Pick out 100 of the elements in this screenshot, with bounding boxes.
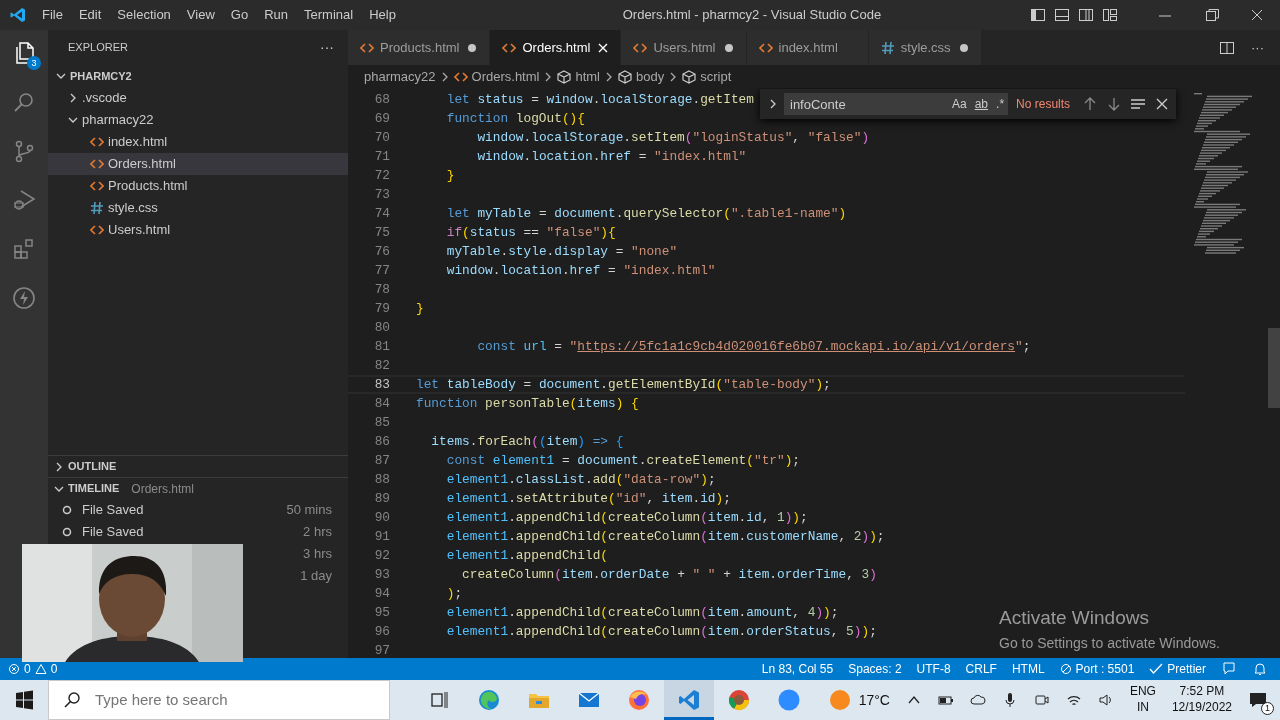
folder-name[interactable]: PHARMCY2 — [70, 67, 132, 85]
chevron-down-icon[interactable] — [56, 71, 66, 81]
warning-count[interactable]: 0 — [50, 660, 58, 678]
status-item[interactable]: Prettier — [1167, 660, 1206, 678]
line-number: 94 — [373, 584, 390, 603]
code-line: element1.classList.add("data-row"); — [445, 470, 716, 489]
error-icon — [8, 663, 20, 675]
camera-icon[interactable] — [1033, 692, 1050, 708]
language-indicator[interactable]: ENG IN — [1129, 684, 1156, 716]
status-item[interactable]: CRLF — [965, 660, 997, 678]
speaker-icon[interactable] — [1097, 692, 1114, 708]
code-line: items.forEach((item) => { — [430, 432, 624, 451]
code-line: element1.appendChild(createColumn(item.id, 1)); — [445, 508, 808, 527]
cube-icon — [682, 69, 697, 84]
editor-tab[interactable]: style.css — [868, 30, 982, 65]
find-option-button[interactable]: .* — [992, 93, 1009, 115]
section-title[interactable]: OUTLINE — [68, 458, 117, 475]
run-debug-icon[interactable] — [12, 188, 36, 212]
line-number: 97 — [373, 641, 390, 658]
split-editor-icon[interactable] — [1219, 39, 1235, 56]
circle-icon — [62, 505, 72, 515]
menu-item[interactable]: Go — [222, 5, 257, 25]
menu-item[interactable]: Edit — [70, 5, 110, 25]
file-name[interactable]: Users.html — [108, 220, 171, 240]
code-line: element1.appendChild( — [445, 546, 608, 565]
breadcrumb-item[interactable]: html — [575, 66, 600, 87]
feedback-icon[interactable] — [1221, 661, 1237, 677]
code-link[interactable]: https://5fc1a1c9cb4d020016fe6b07.mockapi.io/api/v1/orders — [577, 338, 1016, 354]
menu-item[interactable]: View — [178, 5, 223, 25]
file-name[interactable]: Orders.html — [108, 156, 176, 172]
panel-layout-icon[interactable] — [1054, 7, 1070, 23]
status-item[interactable]: HTML — [1011, 660, 1045, 678]
menu-item[interactable]: File — [34, 5, 71, 25]
timeline-entry[interactable]: File Saved — [82, 500, 144, 520]
check-icon — [1149, 663, 1164, 675]
status-item[interactable]: Spaces: 2 — [848, 660, 902, 678]
chevron-down-icon[interactable] — [68, 115, 78, 125]
breadcrumb-item[interactable]: body — [636, 66, 665, 87]
menu-item[interactable]: Help — [361, 5, 404, 25]
no-entry-icon — [1059, 663, 1072, 675]
code-line: window.localStorage.setItem("loginStatus", "false") — [476, 128, 870, 147]
search-box[interactable]: Type here to search — [48, 680, 390, 720]
file-name[interactable]: index.html — [108, 132, 168, 152]
warning-icon — [34, 663, 47, 675]
chevron-right-icon[interactable] — [54, 461, 64, 472]
menu-item[interactable]: Selection — [109, 5, 179, 25]
editor-tab[interactable]: Orders.html — [490, 30, 622, 65]
html-file-icon — [502, 40, 517, 55]
list-icon[interactable] — [1130, 96, 1146, 112]
cloud-icon[interactable] — [969, 692, 986, 708]
status-item[interactable]: Port : 5501 — [1075, 660, 1135, 678]
editor-tab[interactable]: Users.html — [621, 30, 747, 65]
taskbar-app[interactable] — [664, 680, 714, 720]
close-icon[interactable] — [1154, 96, 1170, 112]
more-actions-button[interactable]: ··· — [320, 37, 334, 58]
split-layout-icon[interactable] — [1078, 7, 1094, 23]
folder-name[interactable]: pharmacy22 — [82, 110, 154, 130]
more-actions-button[interactable]: ··· — [1251, 37, 1264, 58]
status-item[interactable]: UTF-8 — [916, 660, 951, 678]
editor-tab[interactable]: index.html — [746, 30, 869, 65]
timeline-time: 1 day — [300, 567, 332, 586]
notification-icon[interactable] — [1248, 690, 1268, 709]
search-icon[interactable] — [12, 90, 36, 114]
menu-item[interactable]: Terminal — [296, 5, 362, 25]
find-field[interactable]: infoConte — [784, 93, 948, 115]
html-file-icon — [90, 135, 104, 149]
folder-name[interactable]: .vscode — [82, 88, 127, 108]
chevron-right-icon[interactable] — [604, 71, 614, 82]
status-item[interactable]: Ln 83, Col 55 — [761, 660, 834, 678]
menu-item[interactable]: Run — [256, 5, 296, 25]
timeline-entry[interactable]: File Saved — [82, 522, 144, 542]
find-result: No results — [1016, 96, 1071, 113]
find-option-button[interactable]: ab — [970, 93, 993, 115]
code-line: if(status == "false"){ — [445, 223, 616, 242]
chevron-right-icon[interactable] — [68, 93, 78, 103]
bell-icon[interactable] — [1252, 661, 1268, 677]
timeline-time: 50 mins — [286, 501, 332, 520]
arrow-down-icon[interactable] — [1106, 96, 1122, 112]
file-name[interactable]: Products.html — [108, 176, 188, 196]
find-option-button[interactable]: Aa — [948, 93, 971, 115]
weather-temperature[interactable]: 17°C — [858, 689, 890, 711]
timeline-time: 2 hrs — [303, 523, 332, 542]
scrollbar-thumb[interactable] — [1268, 328, 1280, 408]
section-title[interactable]: TIMELINE — [68, 480, 120, 497]
editor-tab[interactable]: Products.html — [348, 30, 491, 65]
grid-layout-icon[interactable] — [1102, 7, 1118, 23]
error-count[interactable]: 0 — [24, 660, 31, 678]
extensions-icon[interactable] — [12, 237, 36, 261]
breadcrumb-item[interactable]: script — [700, 66, 732, 87]
line-number: 77 — [373, 261, 390, 280]
window-title: Orders.html - pharmcy2 - Visual Studio Code — [621, 6, 882, 25]
breadcrumb-item[interactable]: Orders.html — [471, 66, 540, 87]
breadcrumb-item[interactable]: pharmacy22 — [364, 66, 436, 87]
arrow-up-icon[interactable] — [1082, 96, 1098, 112]
activation-text: Go to Settings to activate Windows. — [999, 633, 1220, 653]
hash-icon — [880, 40, 895, 55]
lightning-icon[interactable] — [12, 286, 36, 310]
sidebar-layout-icon[interactable] — [1030, 7, 1046, 23]
clock[interactable]: 7:52 PM 12/19/2022 — [1171, 684, 1232, 716]
file-name[interactable]: style.css — [108, 198, 158, 218]
